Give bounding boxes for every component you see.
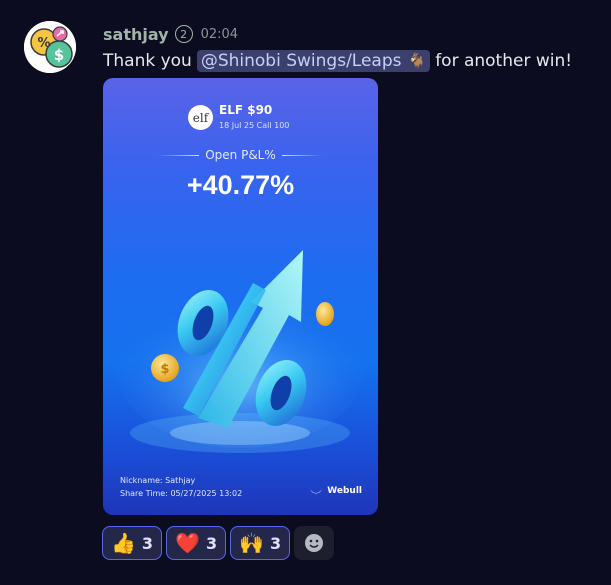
user-avatar[interactable]: % $ — [24, 21, 76, 73]
reaction-count: 3 — [205, 533, 218, 553]
message-header: sathjay 2 02:04 — [103, 23, 238, 45]
image-attachment[interactable]: elf ELF $90 18 Jul 25 Call 100 Open P&L%… — [103, 78, 378, 515]
pl-label: Open P&L% — [205, 148, 276, 162]
share-time-label: Share Time: 05/27/2025 13:02 — [120, 489, 243, 498]
elf-logo-icon: elf — [188, 105, 213, 130]
goat-icon: 🐐 — [407, 52, 427, 70]
add-reaction-button[interactable] — [294, 526, 335, 560]
ticker-label: ELF $90 — [219, 103, 273, 117]
brand-label: Webull — [327, 486, 362, 496]
webull-logo-icon — [309, 488, 324, 494]
reaction-bar: 👍 3 ❤️ 3 🙌 3 — [102, 526, 335, 560]
smiley-icon — [305, 534, 324, 552]
pl-label-row: Open P&L% — [103, 148, 378, 162]
raised-hands-icon: 🙌 — [239, 531, 264, 555]
user-mention[interactable]: @Shinobi Swings/Leaps 🐐 — [196, 50, 431, 72]
reaction-heart[interactable]: ❤️ 3 — [166, 526, 227, 560]
reaction-thumbs-up[interactable]: 👍 3 — [102, 526, 163, 560]
nickname-label: Nickname: Sathjay — [120, 476, 196, 485]
pl-value: +40.77% — [186, 170, 295, 200]
thumbs-up-icon: 👍 — [111, 531, 136, 555]
svg-text:$: $ — [160, 362, 169, 377]
divider — [159, 154, 200, 156]
avatar-money-icon: % $ — [24, 21, 76, 73]
divider — [281, 154, 322, 156]
reaction-count: 3 — [141, 533, 154, 553]
card-footer-info: Nickname: Sathjay Share Time: 05/27/2025… — [120, 474, 242, 500]
username[interactable]: sathjay — [103, 25, 169, 44]
webull-brand: Webull — [308, 486, 362, 496]
chat-message: % $ sathjay 2 02:04 Thank you @Shinobi S… — [0, 0, 611, 585]
percent-arrow-illustration-icon: $ — [115, 250, 365, 453]
heart-icon: ❤️ — [175, 531, 200, 555]
mention-text: @Shinobi Swings/Leaps — [200, 51, 402, 71]
svg-text:$: $ — [54, 46, 64, 64]
timestamp: 02:04 — [200, 26, 239, 42]
reaction-count: 3 — [270, 533, 282, 553]
message-content: Thank you @Shinobi Swings/Leaps 🐐 for an… — [103, 50, 572, 72]
contract-label: 18 Jul 25 Call 100 — [219, 121, 290, 130]
role-badge-icon: 2 — [174, 25, 193, 43]
reaction-raised-hands[interactable]: 🙌 3 — [230, 526, 291, 560]
message-text-before: Thank you — [103, 51, 192, 71]
message-text-after: for another win! — [435, 51, 573, 71]
card-header: elf ELF $90 18 Jul 25 Call 100 — [103, 102, 378, 138]
